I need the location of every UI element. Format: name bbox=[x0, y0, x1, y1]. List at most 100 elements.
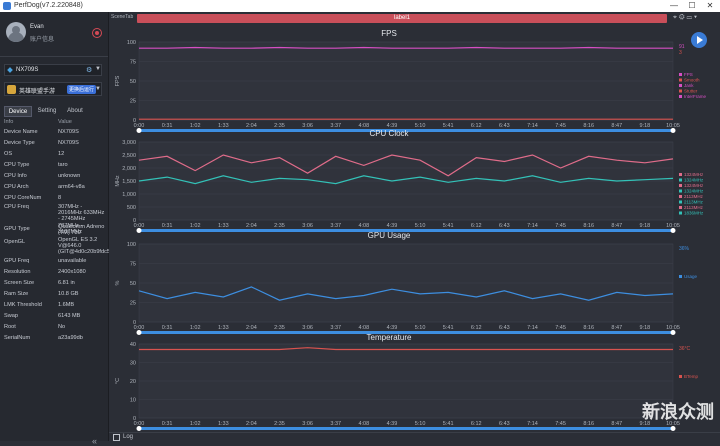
record-button[interactable] bbox=[92, 28, 102, 38]
y-tick-label: 2,000 bbox=[122, 166, 136, 172]
slider-handle-left bbox=[136, 426, 142, 431]
row-value: 6.81 in bbox=[58, 280, 75, 286]
row-key: CPU Freq bbox=[4, 204, 29, 210]
folder-icon[interactable]: ▭ bbox=[687, 14, 694, 21]
scene-tab[interactable]: SceneTab bbox=[111, 14, 133, 20]
row-key: Device Type bbox=[4, 140, 35, 146]
x-tick-label: 5:10 bbox=[415, 223, 426, 229]
row-key: CPU Info bbox=[4, 173, 27, 179]
y-tick-label: 75 bbox=[130, 60, 136, 66]
row-key: CPU CoreNum bbox=[4, 195, 42, 201]
y-tick-label: 50 bbox=[130, 281, 136, 287]
settings-icon[interactable]: ⚙ bbox=[679, 14, 687, 21]
current-value-label: 36% bbox=[679, 246, 690, 252]
chart-title-fps: FPS bbox=[381, 29, 397, 38]
x-tick-label: 7:14 bbox=[527, 223, 538, 229]
tab-device[interactable]: Device bbox=[4, 106, 32, 117]
tab-setting[interactable]: Setting bbox=[34, 106, 60, 117]
row-key: Ram Size bbox=[4, 291, 29, 297]
legend-swatch bbox=[679, 189, 682, 193]
x-tick-label: 1:02 bbox=[190, 421, 201, 427]
x-tick-label: 3:37 bbox=[330, 223, 341, 229]
slider-handle-right bbox=[670, 128, 676, 133]
minimize-button[interactable]: — bbox=[666, 1, 682, 11]
wifi-icon[interactable]: ⚙ bbox=[86, 66, 92, 74]
legend-swatch bbox=[679, 211, 682, 215]
x-tick-label: 5:41 bbox=[443, 223, 454, 229]
row-key: Root bbox=[4, 324, 16, 330]
x-tick-label: 0:31 bbox=[162, 325, 173, 331]
legend-entry: BTemp bbox=[684, 374, 699, 379]
avatar[interactable] bbox=[6, 22, 26, 42]
log-label[interactable]: Log bbox=[123, 434, 133, 440]
legend-swatch bbox=[679, 184, 682, 187]
collapse-sidebar-icon[interactable]: « bbox=[92, 436, 97, 446]
x-tick-label: 4:39 bbox=[387, 421, 398, 427]
user-name: Evan bbox=[30, 24, 44, 30]
x-tick-label: 8:47 bbox=[611, 223, 622, 229]
time-slider bbox=[139, 427, 673, 430]
row-key: Screen Size bbox=[4, 280, 35, 286]
legend-entry: 2113MHz bbox=[684, 205, 704, 210]
legend-swatch bbox=[679, 195, 682, 198]
fps-chart[interactable]: 0255075100FPS0:00 0:31 1:02 1:33 2:04 2:35 3:0… bbox=[109, 38, 720, 134]
window-title: PerfDog(v7.2.220848) bbox=[14, 2, 83, 9]
close-button[interactable]: ✕ bbox=[702, 1, 718, 11]
column-header-value: Value bbox=[58, 119, 72, 125]
log-checkbox[interactable] bbox=[113, 434, 120, 441]
row-key: CPU Arch bbox=[4, 184, 29, 190]
y-tick-label: 10 bbox=[130, 398, 136, 404]
row-value: unavailable bbox=[58, 258, 87, 264]
divider bbox=[0, 56, 108, 57]
maximize-button[interactable]: ☐ bbox=[684, 1, 700, 11]
legend-entry: 1324MHz bbox=[684, 178, 704, 183]
x-tick-label: 7:14 bbox=[527, 325, 538, 331]
x-tick-label: 4:08 bbox=[358, 223, 369, 229]
main-panel: SceneTab label1 ⌖⚙▭▾ FPS 0 25 50 75 100 FPS 0:… bbox=[109, 12, 720, 442]
legend-swatch bbox=[679, 375, 682, 378]
x-tick-label: 6:43 bbox=[499, 325, 510, 331]
x-tick-label: 7:45 bbox=[555, 421, 566, 427]
account-info-link[interactable]: 账户信息 bbox=[30, 34, 54, 43]
gpu-usage-chart[interactable]: 0255075100%0:00 0:31 1:02 1:33 2:04 2:35 3:06 3… bbox=[109, 240, 720, 336]
row-key: LMK Threshold bbox=[4, 302, 42, 308]
row-key: Resolution bbox=[4, 269, 31, 275]
row-value: 1.6MB bbox=[58, 302, 75, 308]
tab-about[interactable]: About bbox=[62, 106, 88, 117]
x-tick-label: 2:04 bbox=[246, 223, 257, 229]
row-key: OpenGL bbox=[4, 239, 26, 245]
more-icon[interactable]: ▾ bbox=[694, 14, 699, 21]
label-bar[interactable]: label1 bbox=[137, 14, 667, 23]
x-tick-label: 8:47 bbox=[611, 325, 622, 331]
y-tick-label: 25 bbox=[130, 301, 136, 307]
row-key: Swap bbox=[4, 313, 18, 319]
x-tick-label: 3:06 bbox=[302, 421, 313, 427]
x-tick-label: 5:10 bbox=[415, 421, 426, 427]
x-tick-label: 4:39 bbox=[387, 223, 398, 229]
row-key: OS bbox=[4, 151, 13, 157]
x-tick-label: 5:41 bbox=[443, 421, 454, 427]
x-tick-label: 8:47 bbox=[611, 421, 622, 427]
legend-entry: 1324MHz bbox=[684, 189, 704, 194]
perfdog-logo-icon bbox=[3, 2, 11, 10]
legend-swatch bbox=[679, 84, 682, 87]
legend-entry: Stutter bbox=[684, 89, 698, 94]
cpu-clock-chart[interactable]: 05001,0001,5002,0002,5003,000MHz0:00 0:31… bbox=[109, 138, 720, 234]
device-selector[interactable]: NX709S ⚙ ▼ bbox=[4, 64, 102, 76]
y-axis-label: % bbox=[115, 280, 121, 285]
x-tick-label: 7:45 bbox=[555, 325, 566, 331]
legend-swatch bbox=[679, 178, 682, 182]
row-key: Device Name bbox=[4, 129, 38, 135]
app-badge[interactable]: 更换后运行 bbox=[67, 85, 97, 94]
x-tick-label: 5:41 bbox=[443, 325, 454, 331]
app-selector[interactable]: 英雄联盟手游 更换后运行 ▼ bbox=[4, 82, 102, 96]
x-tick-label: 1:33 bbox=[218, 325, 229, 331]
legend-swatch bbox=[679, 73, 682, 76]
x-tick-label: 3:06 bbox=[302, 223, 313, 229]
x-tick-label: 3:37 bbox=[330, 421, 341, 427]
temperature-chart[interactable]: 010203040°C0:00 0:31 1:02 1:33 2:04 2:35 3:06 3… bbox=[109, 340, 720, 432]
x-tick-label: 6:43 bbox=[499, 421, 510, 427]
column-header-info: Info bbox=[4, 119, 14, 125]
legend-swatch bbox=[679, 275, 682, 278]
x-tick-label: 8:16 bbox=[583, 223, 594, 229]
